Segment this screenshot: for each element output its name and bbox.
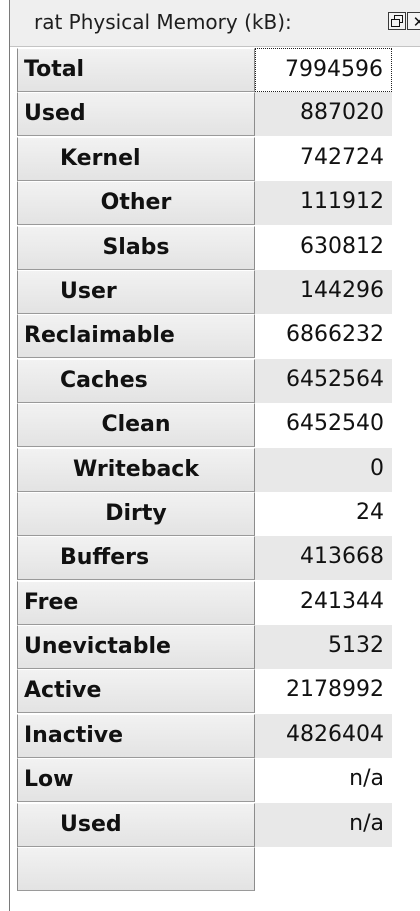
row-value[interactable]: 887020 xyxy=(255,92,392,137)
row-value[interactable]: 2178992 xyxy=(255,669,392,713)
table-row[interactable]: User 144296 xyxy=(17,269,392,314)
table-row[interactable]: Used n/a xyxy=(17,802,392,847)
table-row[interactable]: Other 111912 xyxy=(17,181,392,226)
row-value[interactable]: 241344 xyxy=(255,581,392,625)
table-row[interactable]: Kernel 742724 xyxy=(17,136,392,181)
table-row[interactable]: Dirty 24 xyxy=(17,491,392,536)
table-row[interactable]: Writeback 0 xyxy=(17,447,392,492)
table-row[interactable]: Active 2178992 xyxy=(17,669,392,714)
row-header[interactable]: Kernel xyxy=(17,136,255,181)
row-header[interactable]: Used xyxy=(17,802,255,847)
row-value[interactable]: 6452540 xyxy=(255,403,392,447)
table-row[interactable] xyxy=(17,847,392,892)
row-value[interactable]: n/a xyxy=(255,758,392,802)
row-header[interactable]: Other xyxy=(17,181,255,226)
table-row[interactable]: Used 887020 xyxy=(17,92,392,137)
table-row[interactable]: Inactive 4826404 xyxy=(17,713,392,758)
row-value[interactable]: 4826404 xyxy=(255,713,392,758)
row-value[interactable]: 413668 xyxy=(255,536,392,581)
row-value[interactable]: 111912 xyxy=(255,181,392,226)
row-header[interactable]: Inactive xyxy=(17,713,255,758)
table-row[interactable]: Free 241344 xyxy=(17,580,392,625)
row-value[interactable]: 24 xyxy=(255,492,392,536)
row-header[interactable]: Free xyxy=(17,580,255,625)
table-row[interactable]: Slabs 630812 xyxy=(17,225,392,270)
row-header[interactable]: Clean xyxy=(17,403,255,448)
row-header[interactable]: Reclaimable xyxy=(17,314,255,359)
close-button[interactable]: ✕ xyxy=(407,12,420,31)
table-row[interactable]: Unevictable 5132 xyxy=(17,625,392,670)
row-header[interactable]: Writeback xyxy=(17,447,255,492)
row-header[interactable]: Dirty xyxy=(17,491,255,536)
row-header[interactable]: Slabs xyxy=(17,225,255,270)
table-row[interactable]: Reclaimable 6866232 xyxy=(17,314,392,359)
row-header[interactable]: Unevictable xyxy=(17,625,255,670)
row-value[interactable]: 5132 xyxy=(255,625,392,670)
row-header[interactable]: Low xyxy=(17,758,255,803)
memory-table: Total 7994596 Used 887020 Kernel 742724 Other 1… xyxy=(17,48,392,892)
window-left-border xyxy=(9,0,10,911)
row-value[interactable] xyxy=(255,847,392,891)
row-value[interactable]: 6452564 xyxy=(255,358,392,403)
title-bar[interactable]: rat Physical Memory (kB): ✕ xyxy=(10,0,420,47)
table-row[interactable]: Caches 6452564 xyxy=(17,358,392,403)
row-value[interactable]: 630812 xyxy=(255,226,392,270)
table-row[interactable]: Low n/a xyxy=(17,758,392,803)
table-row[interactable]: Clean 6452540 xyxy=(17,403,392,448)
row-header[interactable]: Caches xyxy=(17,358,255,403)
table-row[interactable]: Total 7994596 xyxy=(17,48,392,92)
row-value[interactable]: 6866232 xyxy=(255,314,392,358)
window-title: rat Physical Memory (kB): xyxy=(34,10,292,34)
row-value[interactable]: 742724 xyxy=(255,137,392,181)
row-header[interactable]: Buffers xyxy=(17,536,255,581)
row-header[interactable]: Active xyxy=(17,669,255,714)
row-value[interactable]: 0 xyxy=(255,447,392,492)
row-header[interactable]: Total xyxy=(17,48,255,92)
restore-button[interactable] xyxy=(388,12,406,30)
row-header[interactable]: Used xyxy=(17,92,255,137)
table-row[interactable]: Buffers 413668 xyxy=(17,536,392,581)
row-value[interactable]: 144296 xyxy=(255,269,392,314)
memory-window: rat Physical Memory (kB): ✕ Total 7994596… xyxy=(0,0,420,911)
close-icon: ✕ xyxy=(412,13,420,31)
row-value[interactable]: n/a xyxy=(255,802,392,847)
row-header[interactable] xyxy=(17,847,255,892)
row-header[interactable]: User xyxy=(17,269,255,314)
row-value[interactable]: 7994596 xyxy=(255,48,392,92)
